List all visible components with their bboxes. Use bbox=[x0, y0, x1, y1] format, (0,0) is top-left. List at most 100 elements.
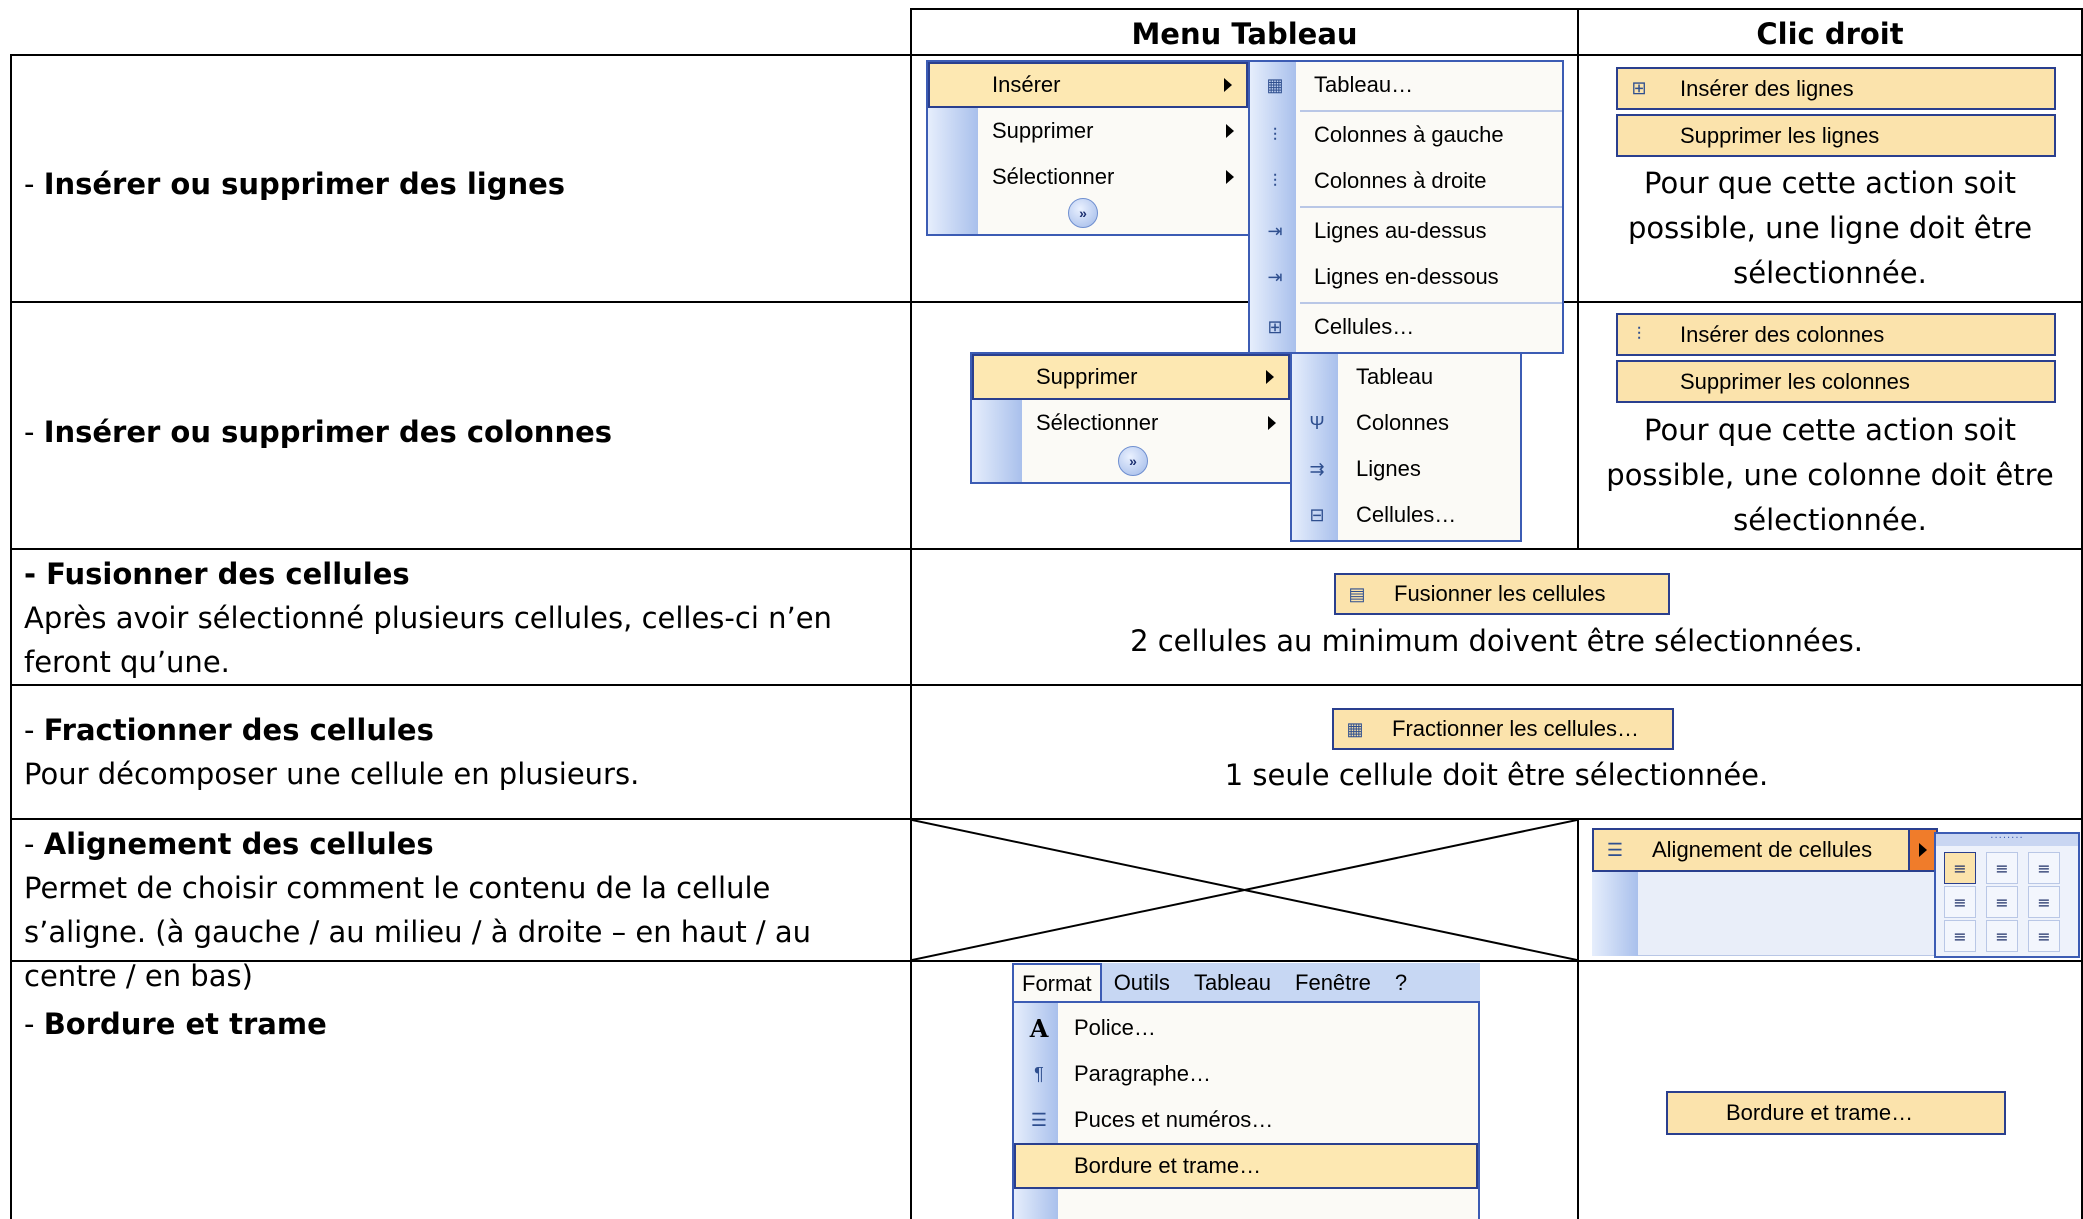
align-top-right-button[interactable]: ≡ bbox=[2028, 852, 2060, 884]
submenu-item-rows-above[interactable]: ⇥ Lignes au-dessus bbox=[1250, 208, 1562, 254]
submenu-arrow-icon bbox=[1226, 124, 1234, 138]
format-item-bullets[interactable]: ☰ Puces et numéros… bbox=[1014, 1097, 1478, 1143]
menu-item-select[interactable]: Sélectionner bbox=[972, 400, 1290, 446]
menubar-format[interactable]: Format bbox=[1012, 963, 1102, 1003]
ctx-item-label: Supprimer les colonnes bbox=[1680, 368, 1910, 394]
cols-note-2: possible, une colonne doit être bbox=[1606, 458, 2054, 492]
row-title-text: Insérer ou supprimer des lignes bbox=[43, 167, 566, 201]
submenu-arrow-icon bbox=[1268, 416, 1276, 430]
row-desc-merge-1: Après avoir sélectionné plusieurs cellul… bbox=[24, 601, 832, 635]
row-title-merge: - Fusionner des cellules bbox=[24, 552, 410, 596]
row-desc-align-1: Permet de choisir comment le contenu de … bbox=[24, 871, 771, 905]
align-bottom-left-button[interactable]: ≡ bbox=[1944, 920, 1976, 952]
insert-rows-icon: ⊞ bbox=[1631, 78, 1647, 98]
submenu-item-cols-left[interactable]: ⫶ Colonnes à gauche bbox=[1250, 112, 1562, 158]
grid-line bbox=[10, 54, 2083, 56]
submenu-arrow-icon bbox=[1919, 843, 1927, 857]
submenu-item-cols-right[interactable]: ⫶ Colonnes à droite bbox=[1250, 158, 1562, 204]
submenu-arrow-icon bbox=[1266, 370, 1274, 384]
ctx-delete-rows[interactable]: Supprimer les lignes bbox=[1616, 114, 2056, 157]
menubar-table[interactable]: Tableau bbox=[1182, 970, 1283, 996]
rows-note-2: possible, une ligne doit être bbox=[1627, 211, 2033, 245]
split-cells-icon: ▦ bbox=[1346, 718, 1364, 739]
insert-columns-icon: ⫶ bbox=[1636, 324, 1642, 344]
columns-left-icon: ⫶ bbox=[1272, 124, 1278, 145]
submenu-insert: ▦ Tableau… ⫶ Colonnes à gauche ⫶ Colonne… bbox=[1248, 60, 1564, 354]
menu-item-insert[interactable]: Insérer bbox=[928, 62, 1248, 108]
ctx-insert-columns[interactable]: ⫶ Insérer des colonnes bbox=[1616, 313, 2056, 356]
align-top-left-button[interactable]: ≡ bbox=[1944, 852, 1976, 884]
column-header-menu: Menu Tableau bbox=[1131, 17, 1358, 51]
menu-item-select[interactable]: Sélectionner bbox=[928, 154, 1248, 200]
cell-alignment-menu-item[interactable]: ☰ Alignement de cellules bbox=[1592, 828, 1912, 872]
submenu-item-table[interactable]: Tableau bbox=[1292, 354, 1520, 400]
align-middle-right-button[interactable]: ≡ bbox=[2028, 886, 2060, 918]
menu-item-label: Cellules… bbox=[1356, 502, 1457, 527]
rows-above-icon: ⇥ bbox=[1267, 220, 1283, 241]
submenu-item-cells[interactable]: ⊞ Cellules… bbox=[1250, 304, 1562, 350]
menu-item-label: Bordure et trame… bbox=[1074, 1153, 1262, 1178]
format-item-paragraph[interactable]: ¶ Paragraphe… bbox=[1014, 1051, 1478, 1097]
menu-item-delete[interactable]: Supprimer bbox=[928, 108, 1248, 154]
grip-handle[interactable]: ········ bbox=[1936, 834, 2078, 846]
row-desc-split: Pour décomposer une cellule en plusieurs… bbox=[24, 757, 640, 791]
format-menu: A Police… ¶ Paragraphe… ☰ Puces et numér… bbox=[1012, 1001, 1480, 1219]
row-desc-align-2: s’aligne. (à gauche / au milieu / à droi… bbox=[24, 915, 812, 949]
row-title-text: Fractionner des cellules bbox=[43, 713, 434, 747]
menu-item-label: Lignes au-dessus bbox=[1314, 218, 1487, 243]
submenu-item-columns[interactable]: Ψ Colonnes bbox=[1292, 400, 1520, 446]
row-title-columns: - Insérer ou supprimer des colonnes bbox=[24, 410, 612, 454]
merge-cells-button[interactable]: ▤ Fusionner les cellules bbox=[1334, 573, 1670, 615]
submenu-item-lines[interactable]: ⇉ Lignes bbox=[1292, 446, 1520, 492]
grid-line bbox=[10, 548, 2083, 550]
align-middle-center-button[interactable]: ≡ bbox=[1986, 886, 2018, 918]
row-title-text: Insérer ou supprimer des colonnes bbox=[43, 415, 613, 449]
grid-line bbox=[1577, 818, 1579, 1219]
table-menu-delete: Supprimer Sélectionner » bbox=[970, 352, 1292, 484]
row-desc-merge-2: feront qu’une. bbox=[24, 645, 230, 679]
table-icon: ▦ bbox=[1266, 74, 1284, 95]
menubar-tools[interactable]: Outils bbox=[1102, 970, 1182, 996]
rows-below-icon: ⇥ bbox=[1267, 266, 1283, 287]
align-top-center-button[interactable]: ≡ bbox=[1986, 852, 2018, 884]
menu-item-label: Puces et numéros… bbox=[1074, 1107, 1274, 1132]
format-item-font[interactable]: A Police… bbox=[1014, 1005, 1478, 1051]
menu-item-label: Supprimer bbox=[1036, 364, 1138, 389]
row-title-split: - Fractionner des cellules bbox=[24, 708, 434, 752]
menu-item-label: Supprimer bbox=[992, 118, 1094, 143]
menubar-window[interactable]: Fenêtre bbox=[1283, 970, 1383, 996]
format-item-borders[interactable]: Bordure et trame… bbox=[1014, 1143, 1478, 1189]
menu-item-label: Tableau bbox=[1356, 364, 1434, 389]
expand-chevron-icon[interactable]: » bbox=[1118, 446, 1148, 476]
cols-note-1: Pour que cette action soit bbox=[1644, 413, 2016, 447]
row-title-lines: - Insérer ou supprimer des lignes bbox=[24, 162, 565, 206]
menu-item-label: Sélectionner bbox=[992, 164, 1115, 189]
borders-shading-button[interactable]: Bordure et trame… bbox=[1666, 1091, 2006, 1135]
align-bottom-right-button[interactable]: ≡ bbox=[2028, 920, 2060, 952]
row-prefix: - bbox=[24, 1007, 44, 1041]
cells-insert-icon: ⊞ bbox=[1267, 316, 1283, 337]
grid-line bbox=[910, 8, 912, 1219]
expand-chevron-icon[interactable]: » bbox=[1068, 198, 1098, 228]
submenu-item-cells[interactable]: ⊟ Cellules… bbox=[1292, 492, 1520, 538]
align-middle-left-button[interactable]: ≡ bbox=[1944, 886, 1976, 918]
menu-item-label: Tableau… bbox=[1314, 72, 1414, 97]
grid-line bbox=[910, 8, 2083, 10]
split-note: 1 seule cellule doit être sélectionnée. bbox=[1224, 758, 1769, 792]
menubar-help[interactable]: ? bbox=[1383, 970, 1419, 996]
split-cells-button[interactable]: ▦ Fractionner les cellules… bbox=[1332, 708, 1674, 750]
menu-item-label: Cellules… bbox=[1314, 314, 1415, 339]
ctx-item-label: Insérer des lignes bbox=[1680, 75, 1854, 101]
submenu-item-table[interactable]: ▦ Tableau… bbox=[1250, 62, 1562, 108]
cols-note-3: sélectionnée. bbox=[1733, 503, 1927, 537]
merge-cells-icon: ▤ bbox=[1348, 583, 1366, 604]
ctx-item-label: Fractionner les cellules… bbox=[1392, 716, 1639, 741]
row-prefix: - bbox=[24, 713, 44, 747]
font-icon: A bbox=[1029, 1013, 1049, 1043]
align-bottom-center-button[interactable]: ≡ bbox=[1986, 920, 2018, 952]
ctx-insert-rows[interactable]: ⊞ Insérer des lignes bbox=[1616, 67, 2056, 110]
submenu-item-rows-below[interactable]: ⇥ Lignes en-dessous bbox=[1250, 254, 1562, 300]
ctx-delete-columns[interactable]: Supprimer les colonnes bbox=[1616, 360, 2056, 403]
menu-item-delete[interactable]: Supprimer bbox=[972, 354, 1290, 400]
menu-item-label: Sélectionner bbox=[1036, 410, 1159, 435]
